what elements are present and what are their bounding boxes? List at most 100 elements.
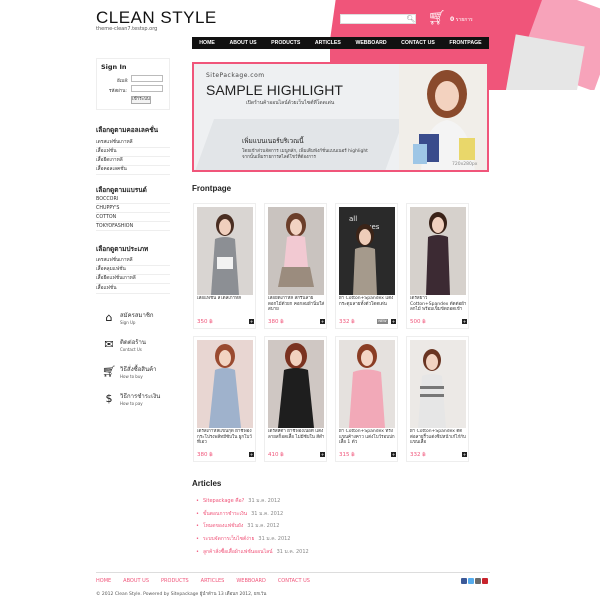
product-price: 380 ฿ <box>268 319 284 325</box>
nav-about[interactable]: ABOUT US <box>229 40 256 46</box>
signin-title: Sign In <box>101 63 127 71</box>
category-title: เลือกดูตามคอลเลคชั่น <box>96 126 159 134</box>
product-card[interactable]: all eyes ผ้า Cotton+Spandex แต่งกระดุมลาย… <box>335 203 398 329</box>
article-link[interactable]: Sitepackage คือ? <box>203 498 244 504</box>
product-name[interactable]: เดรสเกาหลีแขนกุด ผ้าชีฟอง กระโปรงพลีทมีซ… <box>197 429 254 443</box>
nav-products[interactable]: PRODUCTS <box>271 40 300 46</box>
product-name[interactable]: ผ้า Cotton+Spandex ตัดต่อลายริ้วแต่งซิปห… <box>410 429 467 443</box>
product-card[interactable]: ผ้า Cotton+Spandex ทรงแขนค้างคาว แต่งโบว… <box>335 336 398 462</box>
search-input[interactable] <box>340 14 416 24</box>
category-item[interactable]: COTTON <box>96 215 170 222</box>
category-item[interactable]: เสื้อแฟชั่น <box>96 284 170 294</box>
site-logo[interactable]: CLEAN STYLE <box>96 8 217 28</box>
footer-link-products[interactable]: PRODUCTS <box>161 578 189 584</box>
product-name[interactable]: ผ้า Cotton+Spandex ทรงแขนค้างคาว แต่งโบว… <box>339 429 396 443</box>
category-item[interactable]: เสื้อยืดแฟชั่นเกาหลี <box>96 274 170 284</box>
email-label: อีเมล์: <box>117 79 129 84</box>
side-link-sub: How to buy <box>120 374 143 379</box>
footer-link-contact[interactable]: CONTACT US <box>278 578 310 584</box>
add-to-cart-icon[interactable]: + <box>391 319 396 324</box>
category-item[interactable]: เสื้อคอลเลคชั่น <box>96 165 170 175</box>
search-icon[interactable]: 🔍︎ <box>406 14 416 24</box>
banner-size-note: 720x280px <box>452 162 478 167</box>
product-price: 410 ฿ <box>268 452 284 458</box>
article-item[interactable]: • Sitepackage คือ? 31 ม.ค. 2012 <box>196 497 280 505</box>
add-to-cart-icon[interactable]: + <box>249 319 254 324</box>
article-item[interactable]: • โหมดของแฟชั่นยัง 31 ม.ค. 2012 <box>196 522 279 530</box>
email-field[interactable] <box>131 75 163 82</box>
article-link[interactable]: โหมดของแฟชั่นยัง <box>203 523 243 529</box>
product-name[interactable]: เสื้อยืดเกาหลี สกรีนลายดอกไม้ตัวยก คอกลม… <box>268 296 325 310</box>
product-image <box>339 340 395 428</box>
product-name[interactable]: เสื้อแฟชั่น สไตล์เกาหลี <box>197 296 254 310</box>
article-item[interactable]: • ลูกค้าสั่งซื้อเสื้อผ้าแฟชั่นออนไลน์ 31 ม… <box>196 548 309 556</box>
product-image <box>197 207 253 295</box>
twitter-icon[interactable] <box>468 578 474 584</box>
product-card[interactable]: เดรสเกาหลีแขนกุด ผ้าชีฟอง กระโปรงพลีทมีซ… <box>193 336 256 462</box>
password-label: รหัสผ่าน: <box>109 89 127 94</box>
mail-icon: ✉ <box>104 338 114 351</box>
banner-headline: SAMPLE HIGHLIGHT <box>206 82 343 98</box>
home-icon: ⌂ <box>105 311 113 324</box>
category-item[interactable]: CHUPPY'S <box>96 206 170 213</box>
article-link[interactable]: ลูกค้าสั่งซื้อเสื้อผ้าแฟชั่นออนไลน์ <box>203 549 273 555</box>
banner-site: SitePackage.com <box>206 72 265 79</box>
nav-articles[interactable]: ARTICLES <box>315 40 341 46</box>
contact-link[interactable]: ✉ ติดต่อร้าน Contact Us <box>100 337 146 352</box>
add-to-cart-icon[interactable]: + <box>320 319 325 324</box>
add-to-cart-icon[interactable]: + <box>462 319 467 324</box>
product-card[interactable]: เสื้อแฟชั่น สไตล์เกาหลี 350 ฿ + <box>193 203 256 329</box>
product-card[interactable]: ผ้า Cotton+Spandex ตัดต่อลายริ้วแต่งซิปห… <box>406 336 469 462</box>
signup-link[interactable]: ⌂ สมัครสมาชิก Sign Up <box>100 310 154 325</box>
nav-contact[interactable]: CONTACT US <box>401 40 435 46</box>
product-name[interactable]: ผ้า Cotton+Spandex แต่งกระดุมลายทั้งตัวโ… <box>339 296 396 310</box>
article-item[interactable]: • ขั้นตอนการชำระเงิน 31 ม.ค. 2012 <box>196 510 283 518</box>
add-to-cart-icon[interactable]: + <box>462 452 467 457</box>
password-field[interactable] <box>131 85 163 92</box>
product-name[interactable]: เดรสยาว Cotton+Spandex ตัดต่อผ้าลูกไม้ พ… <box>410 296 467 310</box>
share-icon[interactable] <box>475 578 481 584</box>
footer-nav: HOME ABOUT US PRODUCTS ARTICLES WEBBOARD… <box>96 578 322 584</box>
nav-webboard[interactable]: WEBBOARD <box>355 40 386 46</box>
article-date: 31 ม.ค. 2012 <box>258 536 291 542</box>
main-nav: HOME ABOUT US PRODUCTS ARTICLES WEBBOARD… <box>192 37 489 49</box>
product-price: 500 ฿ <box>410 319 426 325</box>
category-item[interactable]: TOKYOFASHION <box>96 224 170 231</box>
footer-link-about[interactable]: ABOUT US <box>123 578 149 584</box>
bookmark-icon[interactable] <box>482 578 488 584</box>
side-link-sub: Contact Us <box>120 347 142 352</box>
cart-count-value: 0 <box>450 16 455 23</box>
how-to-pay-link[interactable]: $ วิธีการชำระเงิน How to pay <box>100 391 161 406</box>
article-date: 31 ม.ค. 2012 <box>248 498 281 504</box>
article-link[interactable]: ขั้นตอนการชำระเงิน <box>203 511 247 517</box>
footer-link-home[interactable]: HOME <box>96 578 111 584</box>
product-price: 350 ฿ <box>197 319 213 325</box>
product-card[interactable]: เสื้อยืดเกาหลี สกรีนลายดอกไม้ตัวยก คอกลม… <box>264 203 327 329</box>
footer-link-articles[interactable]: ARTICLES <box>201 578 225 584</box>
category-item[interactable]: BOCCORI <box>96 197 170 204</box>
article-date: 31 ม.ค. 2012 <box>247 523 280 529</box>
cart-count[interactable]: 0 รายการ <box>450 16 473 24</box>
add-to-cart-icon[interactable]: + <box>249 452 254 457</box>
how-to-buy-link[interactable]: 🛒︎ วิธีสั่งซื้อสินค้า How to buy <box>100 364 156 379</box>
product-card[interactable]: เดรสสีดำ ผ้าชีฟองเนื้อดี แต่งลายสก็อตเสื… <box>264 336 327 462</box>
article-link[interactable]: ระบบจัดการเว็บไซต์ง่าย <box>203 536 254 542</box>
side-link-label: ติดต่อร้าน <box>120 339 146 346</box>
nav-frontpage[interactable]: FRONTPAGE <box>449 40 481 46</box>
product-card[interactable]: เดรสยาว Cotton+Spandex ตัดต่อผ้าลูกไม้ พ… <box>406 203 469 329</box>
article-item[interactable]: • ระบบจัดการเว็บไซต์ง่าย 31 ม.ค. 2012 <box>196 535 291 543</box>
signin-box: Sign In อีเมล์: รหัสผ่าน: เข้าระบบ <box>96 58 170 110</box>
product-price: 332 ฿ <box>339 319 355 325</box>
add-to-cart-icon[interactable]: + <box>391 452 396 457</box>
signin-button[interactable]: เข้าระบบ <box>131 96 151 104</box>
facebook-icon[interactable] <box>461 578 467 584</box>
footer-link-webboard[interactable]: WEBBOARD <box>236 578 265 584</box>
nav-home[interactable]: HOME <box>199 40 215 46</box>
product-name[interactable]: เดรสสีดำ ผ้าชีฟองเนื้อดี แต่งลายสก็อตเสื… <box>268 429 325 443</box>
social-links <box>460 578 488 584</box>
banner-promo-line: จากนั้นเพิ่มรายการสไลด์โชว์ที่ต้องการ <box>242 155 316 160</box>
product-image <box>268 340 324 428</box>
add-to-cart-icon[interactable]: + <box>320 452 325 457</box>
cart-icon[interactable]: 🛒︎ <box>428 10 446 26</box>
highlight-banner[interactable]: SitePackage.com SAMPLE HIGHLIGHT เปิดร้า… <box>192 62 489 172</box>
